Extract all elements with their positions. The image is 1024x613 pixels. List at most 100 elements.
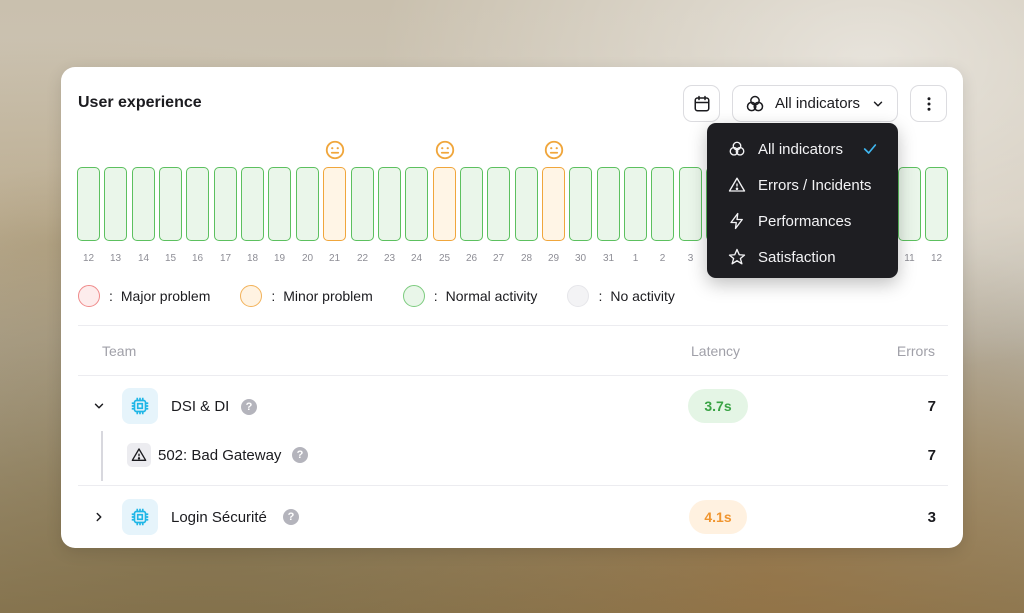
legend-swatch bbox=[78, 285, 100, 307]
day-label: 15 bbox=[164, 253, 177, 264]
day-label: 29 bbox=[547, 253, 560, 264]
day-bar[interactable] bbox=[186, 167, 209, 241]
day-label: 16 bbox=[191, 253, 204, 264]
legend-item-minor: : Minor problem bbox=[240, 285, 373, 307]
error-count: 7 bbox=[927, 398, 936, 415]
day-bar[interactable] bbox=[542, 167, 565, 241]
venn-circles-icon bbox=[746, 95, 764, 111]
legend-separator: : bbox=[598, 288, 603, 304]
menu-item-satisfaction[interactable]: Satisfaction bbox=[707, 239, 898, 275]
day-bar[interactable] bbox=[296, 167, 319, 241]
legend-label: Normal activity bbox=[445, 288, 538, 304]
menu-item-all-indicators[interactable]: All indicators bbox=[707, 131, 898, 167]
menu-item-label: Errors / Incidents bbox=[758, 176, 872, 194]
day-bar[interactable] bbox=[132, 167, 155, 241]
menu-item-label: Satisfaction bbox=[758, 248, 836, 266]
indicator-filter-select[interactable]: All indicators bbox=[732, 85, 898, 122]
day-label: 27 bbox=[492, 253, 505, 264]
day-bar[interactable] bbox=[268, 167, 291, 241]
day-bar[interactable] bbox=[515, 167, 538, 241]
menu-item-label: All indicators bbox=[758, 140, 844, 158]
team-column-header: Team bbox=[102, 343, 137, 359]
day-bar[interactable] bbox=[241, 167, 264, 241]
day-label: 28 bbox=[520, 253, 533, 264]
day-bar[interactable] bbox=[925, 167, 948, 241]
legend-label: No activity bbox=[610, 288, 675, 304]
help-icon[interactable]: ? bbox=[283, 509, 299, 525]
neutral-face-icon bbox=[544, 140, 564, 160]
divider bbox=[78, 485, 948, 486]
day-bar[interactable] bbox=[214, 167, 237, 241]
day-label: 23 bbox=[383, 253, 396, 264]
day-bar[interactable] bbox=[460, 167, 483, 241]
day-bar[interactable] bbox=[651, 167, 674, 241]
chevron-down-icon bbox=[873, 101, 883, 106]
day-label: 30 bbox=[574, 253, 587, 264]
legend-separator: : bbox=[271, 288, 276, 304]
day-label: 24 bbox=[410, 253, 423, 264]
vertical-dots-icon bbox=[927, 96, 930, 111]
team-name[interactable]: Login Sécurité bbox=[171, 509, 267, 526]
errors-column-header: Errors bbox=[896, 343, 935, 359]
checkmark-icon bbox=[863, 144, 877, 154]
day-label: 1 bbox=[632, 253, 639, 264]
lightning-icon bbox=[727, 211, 747, 231]
calendar-button[interactable] bbox=[683, 85, 720, 122]
day-bar[interactable] bbox=[624, 167, 647, 241]
day-label: 21 bbox=[328, 253, 341, 264]
legend-swatch bbox=[240, 285, 263, 307]
day-bar[interactable] bbox=[597, 167, 620, 241]
day-label: 22 bbox=[356, 253, 369, 264]
day-bar[interactable] bbox=[405, 167, 428, 241]
legend-separator: : bbox=[109, 288, 113, 304]
expand-row-button[interactable] bbox=[89, 507, 109, 527]
venn-circles-icon bbox=[727, 139, 747, 159]
legend-swatch bbox=[567, 285, 590, 307]
legend-label: Minor problem bbox=[283, 288, 373, 304]
menu-item-errors-incidents[interactable]: Errors / Incidents bbox=[707, 167, 898, 203]
chevron-down-icon bbox=[94, 403, 104, 409]
more-options-button[interactable] bbox=[910, 85, 947, 122]
day-bar[interactable] bbox=[433, 167, 456, 241]
day-bar[interactable] bbox=[679, 167, 702, 241]
day-label: 17 bbox=[219, 253, 232, 264]
day-label: 26 bbox=[465, 253, 478, 264]
day-bar[interactable] bbox=[487, 167, 510, 241]
legend-swatch bbox=[402, 285, 425, 307]
day-bar[interactable] bbox=[77, 167, 100, 241]
menu-item-label: Performances bbox=[758, 212, 852, 230]
help-icon[interactable]: ? bbox=[241, 399, 257, 415]
day-bar[interactable] bbox=[159, 167, 182, 241]
tree-line bbox=[101, 431, 103, 481]
calendar-icon bbox=[694, 95, 709, 111]
day-bar[interactable] bbox=[378, 167, 401, 241]
status-legend: : Major problem: Minor problem: Normal acti… bbox=[78, 285, 705, 307]
day-label: 18 bbox=[246, 253, 259, 264]
day-bar[interactable] bbox=[323, 167, 346, 241]
team-name[interactable]: DSI & DI bbox=[171, 398, 229, 415]
day-bar[interactable] bbox=[569, 167, 592, 241]
latency-column-header: Latency bbox=[691, 343, 741, 359]
day-label: 2 bbox=[659, 253, 666, 264]
help-icon[interactable]: ? bbox=[292, 447, 308, 463]
indicator-dropdown-menu: All indicators Errors / Incidents Perfor… bbox=[707, 123, 898, 278]
divider bbox=[78, 325, 948, 326]
warning-icon bbox=[727, 175, 747, 195]
legend-separator: : bbox=[433, 288, 438, 304]
menu-item-performances[interactable]: Performances bbox=[707, 203, 898, 239]
neutral-face-icon bbox=[325, 140, 345, 160]
legend-label: Major problem bbox=[120, 288, 211, 304]
day-label: 20 bbox=[301, 253, 314, 264]
neutral-face-icon bbox=[435, 140, 455, 160]
day-label: 12 bbox=[930, 253, 943, 264]
latency-badge: 3.7s bbox=[688, 389, 748, 423]
day-bar[interactable] bbox=[351, 167, 374, 241]
collapse-row-button[interactable] bbox=[89, 396, 109, 416]
chip-icon bbox=[122, 499, 158, 535]
day-label: 13 bbox=[109, 253, 122, 264]
legend-item-major: : Major problem bbox=[78, 285, 210, 307]
day-bar[interactable] bbox=[104, 167, 127, 241]
divider bbox=[78, 375, 948, 376]
incident-name[interactable]: 502: Bad Gateway bbox=[158, 447, 281, 464]
day-bar[interactable] bbox=[898, 167, 921, 241]
